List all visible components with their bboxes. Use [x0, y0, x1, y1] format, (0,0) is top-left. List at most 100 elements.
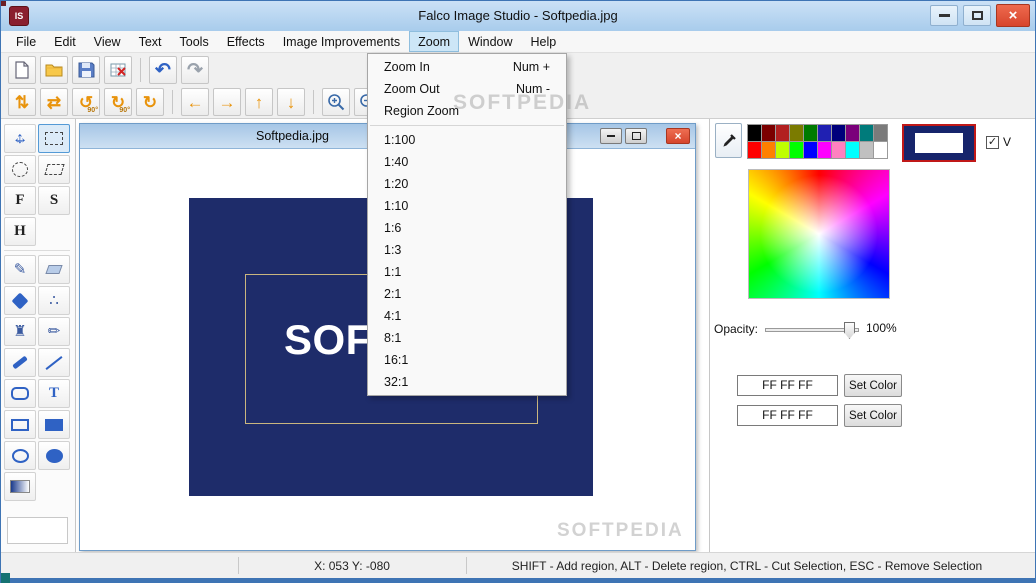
- rotate-right-90-button[interactable]: ↻ 90°: [104, 88, 132, 116]
- close-button[interactable]: ×: [996, 4, 1030, 27]
- opacity-slider-thumb[interactable]: [844, 322, 855, 339]
- palette-color[interactable]: [873, 124, 888, 142]
- palette-color[interactable]: [747, 141, 762, 159]
- zoom-ratio-option[interactable]: 1:6: [368, 217, 566, 239]
- zoom-ratio-option[interactable]: 1:10: [368, 195, 566, 217]
- rotate-left-90-button[interactable]: ↺ 90°: [72, 88, 100, 116]
- zoom-ratio-option[interactable]: 4:1: [368, 305, 566, 327]
- opacity-slider[interactable]: [765, 322, 859, 339]
- zoom-ratio-option[interactable]: 2:1: [368, 283, 566, 305]
- gradient-tool-button[interactable]: [4, 472, 36, 501]
- palette-color[interactable]: [789, 124, 804, 142]
- ellipse-outline-tool-button[interactable]: [4, 441, 36, 470]
- palette-color[interactable]: [775, 124, 790, 142]
- menu-option-zoom-out[interactable]: Zoom Out Num -: [368, 78, 566, 100]
- menu-item-tools[interactable]: Tools: [171, 31, 218, 52]
- s-tool-button[interactable]: S: [38, 186, 70, 215]
- overlay-checkbox[interactable]: ✓: [986, 136, 999, 149]
- color-gradient-picker[interactable]: [748, 169, 890, 299]
- pencil-tool-button[interactable]: ✏: [38, 317, 70, 346]
- spray-tool-button[interactable]: ∴: [38, 286, 70, 315]
- palette-color[interactable]: [831, 141, 846, 159]
- pen-tool-button[interactable]: ✎: [4, 255, 36, 284]
- eyedropper-button[interactable]: [715, 123, 742, 158]
- menu-item-effects[interactable]: Effects: [218, 31, 274, 52]
- menu-option-zoom-in[interactable]: Zoom In Num +: [368, 56, 566, 78]
- palette-color[interactable]: [789, 141, 804, 159]
- zoom-ratio-option[interactable]: 32:1: [368, 371, 566, 393]
- menu-item-help[interactable]: Help: [522, 31, 566, 52]
- f-tool-button[interactable]: F: [4, 186, 36, 215]
- line-tool-button[interactable]: [38, 348, 70, 377]
- color-hex-field-2[interactable]: FF FF FF: [737, 405, 838, 426]
- text-tool-button[interactable]: T: [38, 379, 70, 408]
- free-select-tool-button[interactable]: [38, 155, 70, 184]
- shift-right-button[interactable]: →: [213, 88, 241, 116]
- rectangle-filled-tool-button[interactable]: [38, 410, 70, 439]
- palette-color[interactable]: [761, 141, 776, 159]
- ellipse-filled-tool-button[interactable]: [38, 441, 70, 470]
- undo-button[interactable]: ↶: [149, 56, 177, 84]
- document-maximize-button[interactable]: [625, 128, 647, 144]
- rectangle-outline-tool-button[interactable]: [4, 410, 36, 439]
- palette-color[interactable]: [747, 124, 762, 142]
- menu-item-edit[interactable]: Edit: [45, 31, 85, 52]
- set-color-button-1[interactable]: Set Color: [844, 374, 902, 397]
- document-minimize-button[interactable]: [600, 128, 622, 144]
- rounded-shape-tool-button[interactable]: [4, 379, 36, 408]
- save-button[interactable]: [72, 56, 100, 84]
- flip-vertical-button[interactable]: ⇅: [8, 88, 36, 116]
- palette-color[interactable]: [761, 124, 776, 142]
- menu-option-region-zoom[interactable]: Region Zoom: [368, 100, 566, 122]
- menu-item-window[interactable]: Window: [459, 31, 521, 52]
- zoom-ratio-option[interactable]: 1:20: [368, 173, 566, 195]
- palette-color[interactable]: [845, 124, 860, 142]
- zoom-ratio-option[interactable]: 1:40: [368, 151, 566, 173]
- set-color-button-2[interactable]: Set Color: [844, 404, 902, 427]
- zoom-ratio-option[interactable]: 1:100: [368, 129, 566, 151]
- close-file-button[interactable]: [104, 56, 132, 84]
- brush-tool-button[interactable]: [4, 348, 36, 377]
- zoom-ratio-option[interactable]: 8:1: [368, 327, 566, 349]
- eraser-tool-button[interactable]: [38, 255, 70, 284]
- minimize-button[interactable]: [930, 5, 958, 26]
- palette-color[interactable]: [817, 141, 832, 159]
- palette-color[interactable]: [803, 141, 818, 159]
- shift-up-button[interactable]: ↑: [245, 88, 273, 116]
- open-file-button[interactable]: [40, 56, 68, 84]
- palette-color[interactable]: [775, 141, 790, 159]
- ellipse-select-tool-button[interactable]: [4, 155, 36, 184]
- stamp-tool-button[interactable]: ♜: [4, 317, 36, 346]
- flip-horizontal-button[interactable]: ⇄: [40, 88, 68, 116]
- menu-item-image-improvements[interactable]: Image Improvements: [274, 31, 409, 52]
- color-hex-field-1[interactable]: FF FF FF: [737, 375, 838, 396]
- menu-item-text[interactable]: Text: [130, 31, 171, 52]
- palette-color[interactable]: [817, 124, 832, 142]
- palette-color[interactable]: [859, 141, 874, 159]
- zoom-ratio-option[interactable]: 1:1: [368, 261, 566, 283]
- zoom-ratio-option[interactable]: 16:1: [368, 349, 566, 371]
- shift-left-button[interactable]: ←: [181, 88, 209, 116]
- current-color-swatch[interactable]: [902, 124, 976, 162]
- palette-color[interactable]: [845, 141, 860, 159]
- zoom-ratio-option[interactable]: 1:3: [368, 239, 566, 261]
- redo-button[interactable]: ↷: [181, 56, 209, 84]
- maximize-button[interactable]: [963, 5, 991, 26]
- move-tool-button[interactable]: ↔ ↕: [4, 124, 36, 153]
- menu-item-view[interactable]: View: [85, 31, 130, 52]
- new-file-button[interactable]: [8, 56, 36, 84]
- menu-item-zoom[interactable]: Zoom: [409, 31, 460, 52]
- shift-down-button[interactable]: ↓: [277, 88, 305, 116]
- menu-item-file[interactable]: File: [7, 31, 45, 52]
- palette-color[interactable]: [859, 124, 874, 142]
- fill-tool-button[interactable]: [4, 286, 36, 315]
- h-tool-button[interactable]: H: [4, 217, 36, 246]
- title-bar[interactable]: IS Falco Image Studio - Softpedia.jpg ×: [1, 1, 1035, 31]
- rectangle-select-tool-button[interactable]: [38, 124, 70, 153]
- free-rotate-button[interactable]: ↻: [136, 88, 164, 116]
- zoom-in-button[interactable]: [322, 88, 350, 116]
- palette-color[interactable]: [803, 124, 818, 142]
- palette-color[interactable]: [831, 124, 846, 142]
- document-close-button[interactable]: ×: [666, 128, 690, 144]
- palette-color[interactable]: [873, 141, 888, 159]
